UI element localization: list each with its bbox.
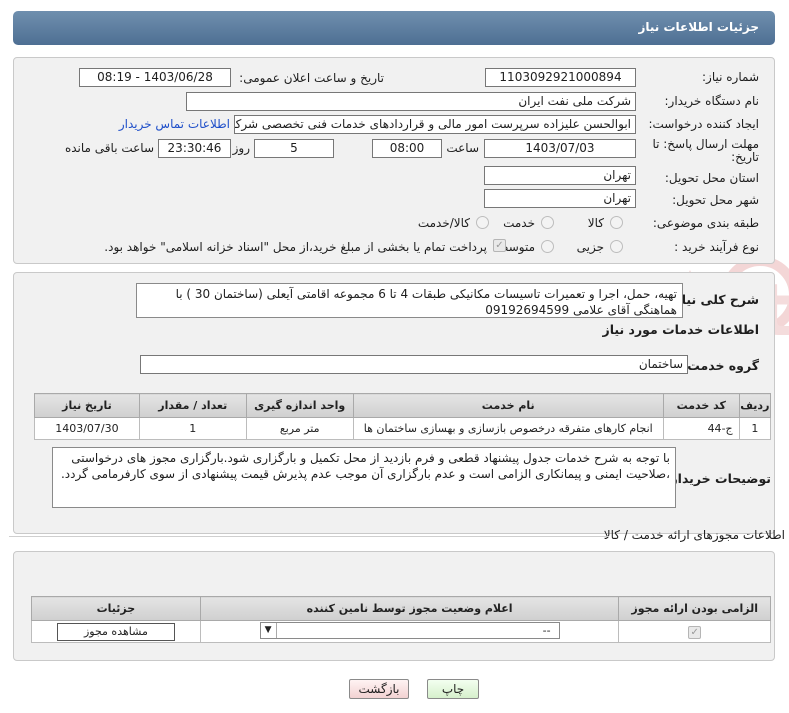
col-need-date: تاریخ نیاز (34, 393, 140, 418)
back-button[interactable]: بازگشت (349, 679, 409, 699)
col-row: ردیف (738, 393, 772, 418)
deadline-label: مهلت ارسال پاسخ: تا (652, 137, 759, 151)
process-option-minor: جزیی (576, 240, 604, 254)
need-number-label: شماره نیاز: (702, 70, 759, 84)
col-service-code: کد خدمت (662, 393, 740, 418)
creator-label: ایجاد کننده درخواست: (648, 117, 759, 131)
buyer-notes-textarea[interactable]: با توجه به شرح خدمات جدول پیشنهاد قطعی و… (52, 447, 676, 508)
permits-separator (9, 536, 609, 537)
description-textarea[interactable]: تهیه، حمل، اجرا و تعمیرات تاسیسات مکانیک… (136, 283, 683, 318)
process-radio-minor[interactable] (610, 240, 623, 253)
category-option-goods: کالا (587, 216, 604, 230)
buyer-label: نام دستگاه خریدار: (664, 94, 760, 108)
city-label: شهر محل تحویل: (672, 193, 759, 207)
category-option-service: خدمت (503, 216, 535, 230)
remaining-time-field: 23:30:46 (158, 139, 231, 158)
table-row: 1 ج-44 انجام کارهای متفرقه درخصوص بازساز… (34, 417, 772, 440)
treasury-payment-checkbox[interactable]: ✓ (493, 239, 506, 252)
creator-field: ابوالحسن علیزاده سرپرست امور مالی و قرار… (234, 115, 636, 134)
cell-service-code: ج-44 (662, 417, 740, 440)
cell-need-date: 1403/07/30 (34, 417, 140, 440)
cell-unit: متر مربع (245, 417, 354, 440)
page-header: جزئیات اطلاعات نیاز (13, 11, 775, 45)
buyer-contact-link[interactable]: اطلاعات تماس خریدار (119, 117, 230, 131)
category-radio-goods-service[interactable] (476, 216, 489, 229)
permit-required-checkbox[interactable]: ✓ (688, 625, 702, 639)
need-number-field: 1103092921000894 (485, 68, 636, 87)
deadline-date-field: 1403/07/03 (484, 139, 636, 158)
services-table: ردیف کد خدمت نام خدمت واحد اندازه گیری ت… (34, 393, 772, 440)
service-group-label: گروه خدمت: (682, 358, 759, 373)
col-permit-status: اعلام وضعیت مجوز توسط نامین کننده (199, 596, 620, 621)
permit-status-value: -- (542, 623, 551, 637)
deadline-time-field: 08:00 (372, 139, 442, 158)
print-button[interactable]: چاپ (427, 679, 479, 699)
view-permit-button[interactable]: مشاهده مجوز (56, 622, 175, 641)
province-field: تهران (484, 166, 636, 185)
buyer-field: شرکت ملی نفت ایران (186, 92, 636, 111)
page-title: جزئیات اطلاعات نیاز (638, 20, 759, 34)
category-radio-service[interactable] (541, 216, 554, 229)
permits-section-title: اطلاعات مجوزهای ارائه خدمت / کالا (603, 528, 785, 542)
cell-service-name: انجام کارهای متفرقه درخصوص بازسازی و بهس… (352, 417, 664, 440)
remaining-time-label: ساعت باقی مانده (64, 141, 154, 155)
service-group-field: ساختمان (140, 355, 688, 374)
col-permit-required: الزامی بودن ارائه مجوز (618, 596, 771, 621)
permits-table: الزامی بودن ارائه مجوز اعلام وضعیت مجوز … (31, 596, 771, 643)
category-label: طبقه بندی موضوعی: (652, 216, 759, 230)
table-row: ✓ -- ▼ مشاهده مجوز (31, 620, 771, 643)
days-field: 5 (254, 139, 334, 158)
chevron-down-icon: ▼ (261, 622, 277, 638)
announce-date-field: 1403/06/28 - 08:19 (79, 68, 231, 87)
treasury-payment-note: پرداخت تمام یا بخشی از مبلغ خرید،از محل … (104, 240, 487, 254)
col-service-name: نام خدمت (352, 393, 664, 418)
announce-date-label: تاریخ و ساعت اعلان عمومی: (239, 71, 384, 85)
need-info-panel (13, 57, 775, 264)
col-qty: تعداد / مقدار (138, 393, 247, 418)
category-radio-goods[interactable] (610, 216, 623, 229)
col-unit: واحد اندازه گیری (245, 393, 354, 418)
services-section-title: اطلاعات خدمات مورد نیاز (602, 322, 760, 337)
deadline-label-date: تاریخ: (731, 150, 759, 164)
cell-qty: 1 (138, 417, 247, 440)
buyer-notes-label: توضیحات خریدار: (665, 471, 771, 486)
province-label: استان محل تحویل: (664, 171, 759, 185)
process-type-label: نوع فرآیند خرید : (674, 240, 759, 254)
category-option-goods-service: کالا/خدمت (417, 216, 470, 230)
city-field: تهران (484, 189, 636, 208)
process-radio-medium[interactable] (541, 240, 554, 253)
deadline-time-label: ساعت (446, 141, 479, 155)
col-permit-details: جزئیات (31, 596, 201, 621)
permit-status-select[interactable]: -- ▼ (259, 621, 560, 639)
cell-row: 1 (738, 417, 772, 440)
